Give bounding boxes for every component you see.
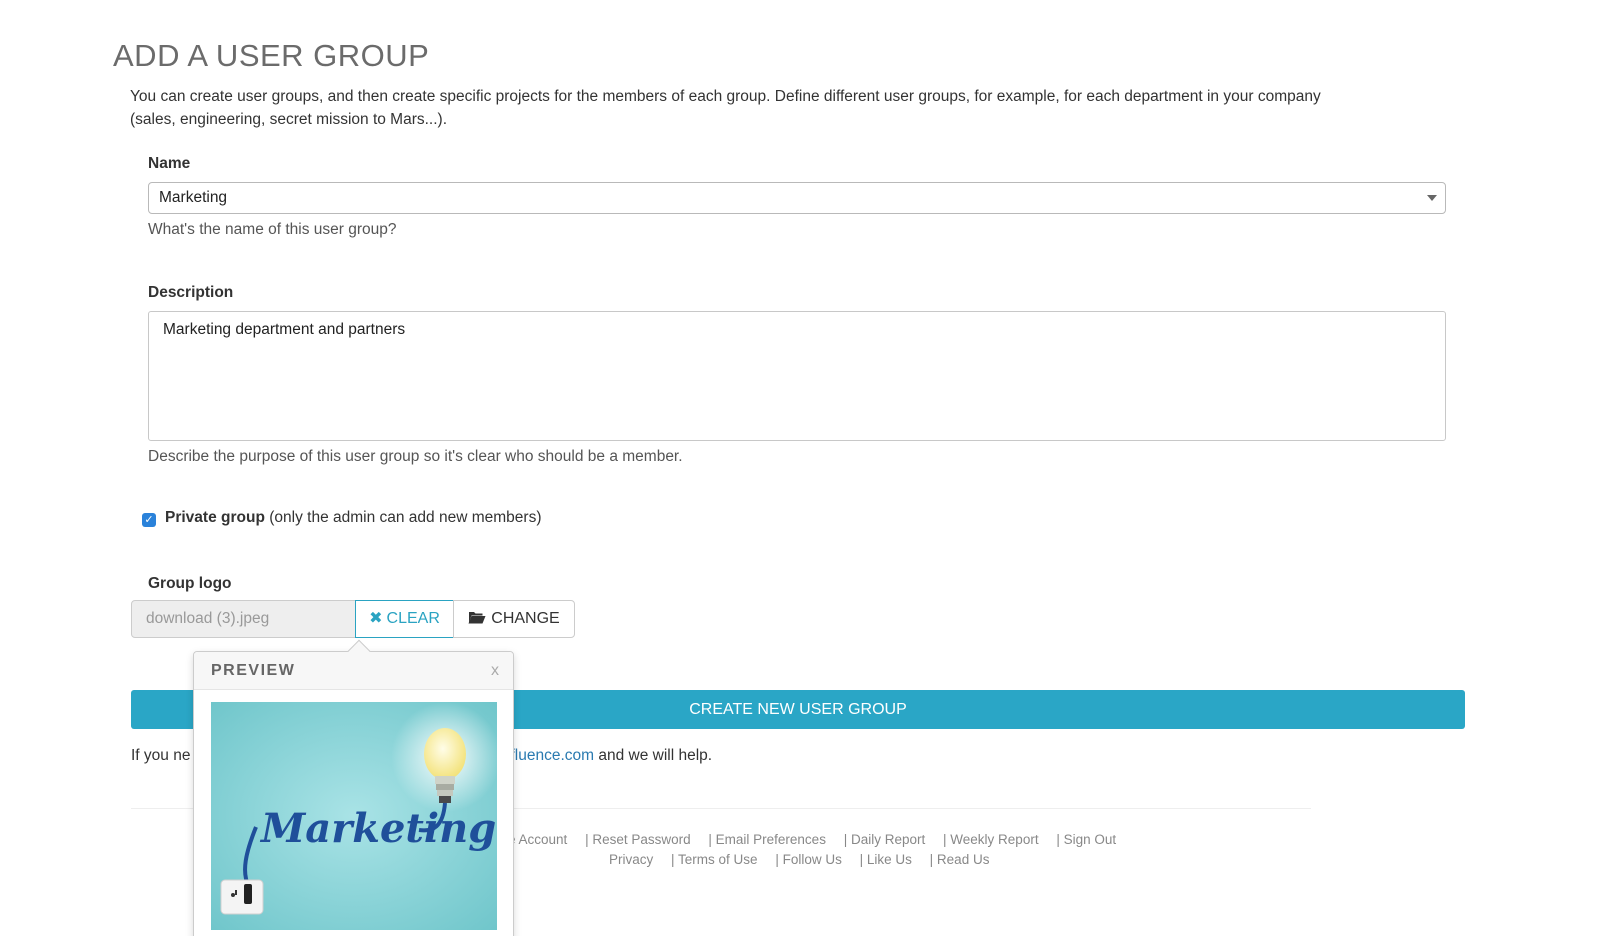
popover-header: PREVIEW x xyxy=(194,652,513,690)
change-label: CHANGE xyxy=(491,610,560,627)
footer-link-email-preferences[interactable]: | Email Preferences xyxy=(708,832,826,847)
private-group-label-rest: (only the admin can add new members) xyxy=(269,509,542,526)
description-help: Describe the purpose of this user group … xyxy=(148,448,683,465)
chevron-down-icon xyxy=(1427,195,1437,201)
footer-link-like-us[interactable]: | Like Us xyxy=(860,852,912,867)
popover-title: PREVIEW xyxy=(211,662,296,679)
checkmark-icon: ✓ xyxy=(144,514,154,526)
clear-button[interactable]: ✖ CLEAR xyxy=(355,600,454,638)
footer-link-terms[interactable]: | Terms of Use xyxy=(671,852,758,867)
folder-open-icon xyxy=(468,602,486,624)
footer-link-read-us[interactable]: | Read Us xyxy=(930,852,990,867)
change-button[interactable]: CHANGE xyxy=(453,600,575,638)
name-select[interactable]: Marketing xyxy=(148,182,1446,214)
logo-filename-field: download (3).jpeg xyxy=(131,600,356,638)
group-logo-label: Group logo xyxy=(148,575,232,592)
name-label: Name xyxy=(148,155,191,172)
logo-preview-image: Marketing xyxy=(211,702,497,930)
footnote-end: and we will help. xyxy=(598,747,713,764)
description-textarea[interactable]: Marketing department and partners xyxy=(148,311,1446,441)
support-email-link[interactable]: fluence.com xyxy=(510,747,594,764)
page-intro: You can create user groups, and then cre… xyxy=(130,88,1321,128)
name-value: Marketing xyxy=(159,189,228,206)
popover-close-button[interactable]: x xyxy=(491,662,499,680)
footer-link-sign-out[interactable]: | Sign Out xyxy=(1056,832,1116,847)
footer-link-follow-us[interactable]: | Follow Us xyxy=(775,852,842,867)
close-icon: ✖ xyxy=(369,610,383,627)
clear-label: CLEAR xyxy=(386,610,440,627)
footer-link-weekly-report[interactable]: | Weekly Report xyxy=(943,832,1039,847)
footer-link-reset-password[interactable]: | Reset Password xyxy=(585,832,691,847)
private-group-checkbox[interactable]: ✓ xyxy=(142,513,156,527)
footer-links-row2: Privacy | Terms of Use | Follow Us | Lik… xyxy=(609,852,1003,867)
private-group-label[interactable]: Private group (only the admin can add ne… xyxy=(165,509,541,527)
footer-link-privacy[interactable]: Privacy xyxy=(609,852,653,867)
description-label: Description xyxy=(148,284,234,301)
footnote-start: If you ne xyxy=(131,747,191,764)
footer-link-account[interactable]: e Account xyxy=(508,832,567,847)
footer-link-daily-report[interactable]: | Daily Report xyxy=(844,832,926,847)
preview-image-text: Marketing xyxy=(259,805,496,852)
preview-popover: PREVIEW x Marketing xyxy=(193,639,514,936)
private-group-label-bold: Private group xyxy=(165,509,265,526)
page-title: ADD A USER GROUP xyxy=(113,38,430,73)
name-help: What's the name of this user group? xyxy=(148,221,397,238)
footer-links-row1: e Account | Reset Password | Email Prefe… xyxy=(508,832,1130,847)
